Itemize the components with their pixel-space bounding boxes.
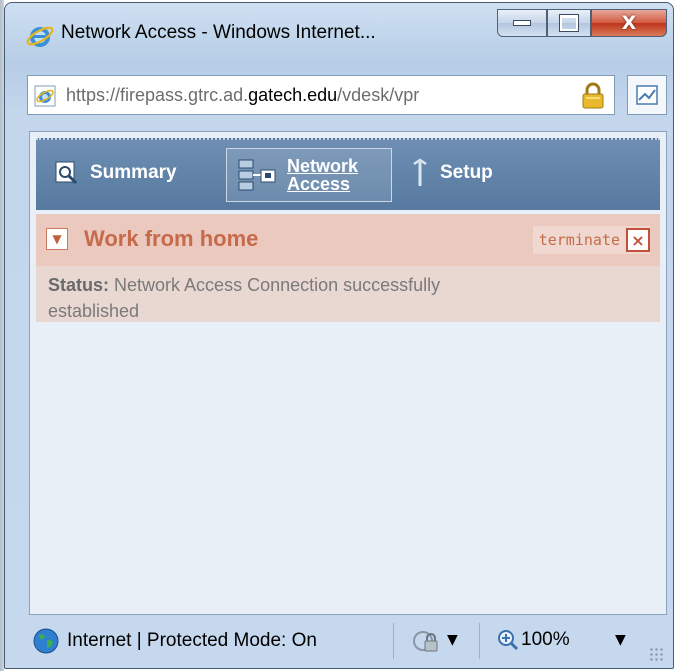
maximize-button[interactable] — [547, 9, 591, 37]
url-text: https://firepass.gtrc.ad.gatech.edu/vdes… — [66, 85, 419, 106]
window-controls: X — [497, 9, 667, 39]
separator — [393, 623, 394, 659]
window-title: Network Access - Windows Internet... — [61, 22, 376, 43]
nav-summary[interactable]: Summary — [54, 140, 177, 206]
ie-page-icon — [34, 85, 56, 107]
security-dropdown-icon[interactable]: ▼ — [447, 632, 458, 648]
panel-title: Work from home — [84, 226, 259, 251]
title-bar[interactable]: Network Access - Windows Internet... X — [15, 9, 667, 55]
minimize-icon — [513, 20, 531, 26]
nav-setup-label: Setup — [440, 162, 493, 183]
status-text: Status: Network Access Connection succes… — [48, 272, 518, 324]
page-content: Summary Network Access Setup ▼ Work from… — [29, 131, 667, 615]
browser-window: Network Access - Windows Internet... X h… — [4, 2, 674, 669]
terminate-control[interactable]: terminate × — [532, 226, 650, 254]
zoom-level[interactable]: 100% — [521, 629, 570, 651]
nav-summary-label: Summary — [90, 162, 177, 183]
address-bar[interactable]: https://firepass.gtrc.ad.gatech.edu/vdes… — [27, 75, 615, 115]
status-bar: Internet | Protected Mode: On ▼ 100% ▼ — [23, 617, 667, 665]
terminate-close-icon[interactable]: × — [626, 228, 650, 252]
minimize-button[interactable] — [497, 9, 547, 37]
compatibility-view-button[interactable] — [627, 75, 667, 115]
resize-grip[interactable] — [649, 647, 663, 661]
close-button[interactable]: X — [591, 9, 667, 37]
connection-panel: ▼ Work from home terminate × Status: Net… — [36, 214, 660, 322]
nav-network-line2: Access — [287, 174, 351, 194]
security-settings-icon[interactable] — [411, 629, 439, 655]
url-scheme: https:// — [66, 85, 121, 105]
lock-icon[interactable] — [580, 82, 606, 110]
status-label: Status: — [48, 275, 110, 295]
setup-icon — [413, 158, 427, 186]
maximize-icon — [559, 14, 579, 32]
nav-network-label: Network Access — [287, 157, 358, 193]
zoom-dropdown-icon[interactable]: ▼ — [615, 632, 626, 648]
security-zone-text[interactable]: Internet | Protected Mode: On — [67, 630, 387, 652]
panel-header: ▼ Work from home terminate × — [36, 214, 660, 266]
compatibility-view-icon — [636, 85, 658, 105]
url-subdomain: firepass.gtrc.ad. — [120, 85, 249, 105]
separator — [479, 623, 480, 659]
url-path: /vdesk/vpr — [337, 85, 420, 105]
chevron-down-icon: ▼ — [52, 232, 62, 246]
network-access-icon — [238, 159, 276, 191]
close-icon: X — [621, 12, 637, 34]
nav-network-access[interactable]: Network Access — [226, 148, 392, 202]
nav-setup[interactable]: Setup — [410, 140, 493, 206]
summary-icon — [55, 161, 78, 185]
zoom-icon[interactable] — [497, 629, 519, 651]
collapse-button[interactable]: ▼ — [46, 228, 68, 250]
ie-logo-icon — [26, 26, 54, 47]
url-host: gatech.edu — [248, 85, 338, 105]
terminate-link[interactable]: terminate — [539, 231, 620, 249]
globe-icon — [33, 628, 59, 654]
nav-network-line1: Network — [287, 156, 359, 176]
nav-bar: Summary Network Access Setup — [36, 138, 660, 210]
